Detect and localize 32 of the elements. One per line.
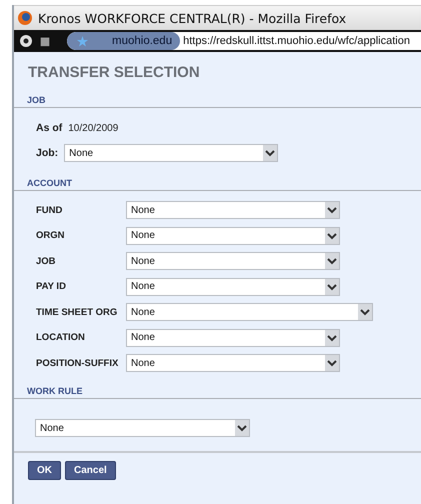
field-label: FUND [36, 204, 64, 216]
site-identity-button[interactable]: muohio.edu [67, 32, 180, 50]
as-of-label: As of [36, 122, 62, 134]
field-label: LOCATION [36, 332, 86, 343]
section-heading: ACCOUNT [14, 178, 421, 191]
ok-button[interactable]: OK [28, 461, 61, 480]
page-title: TRANSFER SELECTION [27, 63, 201, 83]
account-dropdown[interactable]: None [126, 328, 340, 346]
account-dropdown[interactable]: None [126, 303, 373, 321]
field-label: JOB [36, 256, 57, 266]
account-dropdown[interactable]: None [126, 278, 340, 296]
field-label: ORGN [36, 230, 66, 241]
as-of-date: 10/20/2009 [68, 122, 118, 134]
field-label: TIME SHEET ORG [36, 306, 118, 318]
section-heading: WORK RULE [14, 386, 421, 399]
url-text: https://redskull.ittst.muohio.edu/wfc/application [182, 35, 410, 47]
account-dropdown[interactable]: None [126, 252, 340, 270]
section-heading: JOB [14, 95, 421, 108]
field-label: POSITION-SUFFIX [36, 358, 120, 368]
account-dropdown[interactable]: None [126, 201, 340, 219]
browser-logo-icon [17, 10, 33, 26]
job-dropdown[interactable]: None [64, 144, 278, 162]
job-label: Job: [36, 147, 58, 159]
reload-icon[interactable] [19, 34, 33, 48]
address-bar[interactable]: muohio.edu https://redskull.ittst.muohio.edu/wfc/application [67, 32, 421, 50]
account-dropdown[interactable]: None [126, 354, 340, 372]
field-label: PAY ID [36, 281, 67, 292]
star-icon[interactable] [77, 36, 88, 46]
account-dropdown[interactable]: None [126, 226, 340, 244]
cancel-button[interactable]: Cancel [65, 461, 116, 480]
work-rule-dropdown[interactable]: None [35, 419, 250, 437]
window-title: Kronos WORKFORCE CENTRAL(R) - Mozilla Firefox [38, 10, 346, 26]
